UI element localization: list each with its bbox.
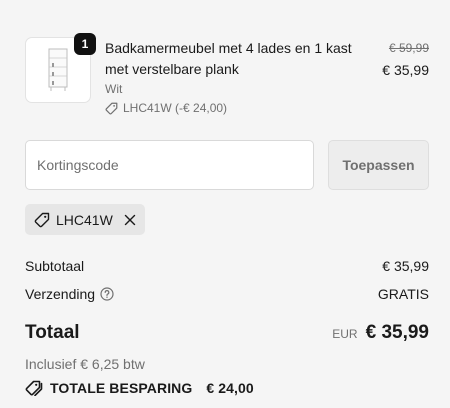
shipping-label: Verzending xyxy=(25,286,96,302)
tag-icon xyxy=(34,212,50,227)
tags-icon xyxy=(25,380,43,396)
applied-discount-tag: LHC41W xyxy=(25,204,145,235)
product-prices: € 59,99 € 35,99 xyxy=(382,40,429,79)
total-amount: EUR € 35,99 xyxy=(332,322,429,344)
remove-discount-button[interactable] xyxy=(124,214,136,226)
shipping-label-group: Verzending xyxy=(25,286,114,302)
total-label: Totaal xyxy=(25,322,80,343)
product-discount-label: LHC41W (-€ 24,00) xyxy=(123,101,228,115)
shipping-value: GRATIS xyxy=(377,286,429,302)
applied-discount-code: LHC41W xyxy=(56,211,113,228)
quantity-badge: 1 xyxy=(74,33,96,55)
line-item: 1 Badkamermeubel met 4 lades en 1 kast m… xyxy=(25,33,429,117)
product-price: € 35,99 xyxy=(382,62,429,78)
close-icon[interactable] xyxy=(124,214,136,226)
total-row: Totaal EUR € 35,99 xyxy=(25,322,429,344)
currency-code: EUR xyxy=(332,327,358,341)
subtotal-label: Subtotaal xyxy=(25,258,85,274)
cabinet-icon xyxy=(48,48,68,91)
discount-code-input[interactable] xyxy=(25,140,314,190)
savings-value: € 24,00 xyxy=(206,380,254,396)
original-price: € 59,99 xyxy=(388,41,429,55)
product-discount: LHC41W (-€ 24,00) xyxy=(105,100,365,116)
savings-label: TOTALE BESPARING xyxy=(50,380,193,396)
shipping-row: Verzending GRATIS xyxy=(25,286,429,302)
total-value: € 35,99 xyxy=(365,322,429,343)
apply-discount-button[interactable]: Toepassen xyxy=(328,140,429,190)
tag-icon xyxy=(105,102,118,115)
product-info: Badkamermeubel met 4 lades en 1 kast met… xyxy=(105,38,365,116)
subtotal-row: Subtotaal € 35,99 xyxy=(25,258,429,274)
total-savings: TOTALE BESPARING € 24,00 xyxy=(25,380,254,396)
product-title: Badkamermeubel met 4 lades en 1 kast met… xyxy=(105,40,352,77)
product-variant: Wit xyxy=(105,82,123,96)
subtotal-value: € 35,99 xyxy=(382,258,429,274)
tax-note: Inclusief € 6,25 btw xyxy=(25,356,145,372)
help-icon[interactable] xyxy=(100,287,114,301)
